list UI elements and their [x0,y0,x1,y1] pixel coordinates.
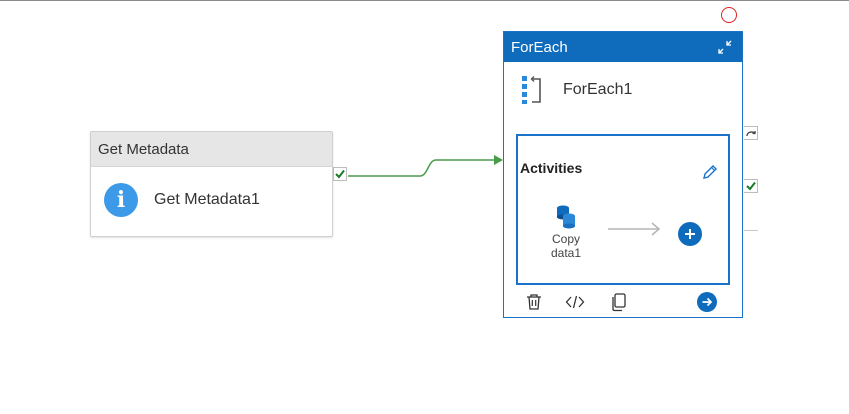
foreach-type-label: ForEach [511,38,568,56]
arrow-right-icon [608,222,661,236]
activities-container[interactable]: Activities Copy data1 [516,134,730,285]
plus-icon [685,229,695,239]
copy-activity-name: Copy data1 [550,232,582,260]
foreach-icon [522,76,541,104]
foreach-name: ForEach1 [563,81,633,98]
redo-arrow-icon [745,131,756,137]
success-output-port-right[interactable] [744,179,758,193]
code-icon [565,295,585,309]
get-metadata-activity[interactable]: Get Metadata i Get Metadata1 [90,131,333,237]
checkmark-icon [745,181,756,191]
database-copy-icon[interactable] [554,204,578,230]
foreach-activity[interactable]: ForEach ForEach1 Activities Copy data1 [503,31,743,318]
info-icon: i [104,183,138,217]
checkmark-icon [335,169,345,179]
activity-type-label: Get Metadata [91,132,332,167]
activity-name: Get Metadata1 [154,191,260,208]
success-output-port[interactable] [333,167,347,181]
open-inner-activities-button[interactable] [697,292,717,312]
collapse-icon [718,40,732,54]
clone-button[interactable] [608,291,630,313]
pencil-icon [703,165,717,179]
activity-toolbar [504,288,742,316]
arrow-right-circle-icon [702,297,713,307]
view-code-button[interactable] [564,291,586,313]
activities-label: Activities [520,160,583,176]
trash-icon [527,294,541,310]
copy-icon [612,293,626,312]
delete-button[interactable] [523,291,545,313]
skip-output-port[interactable] [744,126,758,140]
collapse-button[interactable] [714,36,736,58]
add-activity-button[interactable] [678,222,702,246]
completion-port-line [744,230,758,231]
edit-activities-button[interactable] [700,162,720,182]
highlight-marker [721,7,737,23]
